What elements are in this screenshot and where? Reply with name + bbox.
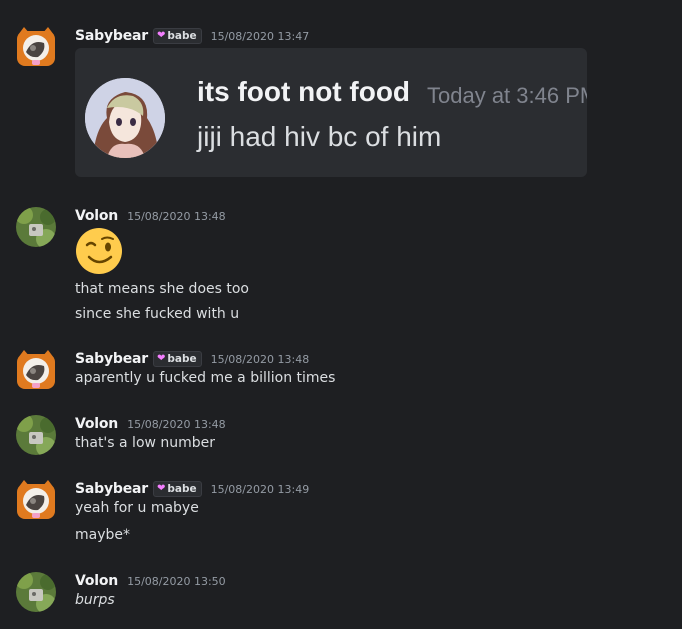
message-group: Sabybear ❤ babe 15/08/2020 13:47 its foot… [0,25,682,185]
avatar-image [17,480,55,519]
message-text: maybe* [75,527,131,543]
avatar-volon[interactable] [16,207,56,247]
message-text: since she fucked with u [75,306,240,322]
timestamp[interactable]: 15/08/2020 13:48 [127,418,226,431]
avatar-image [17,350,55,389]
embed-title: its foot not food [197,76,411,107]
username[interactable]: Sabybear [75,28,148,44]
avatar-sabybear[interactable] [16,27,56,67]
message-text: that's a low number [75,435,216,451]
timestamp[interactable]: 15/08/2020 13:47 [211,30,310,43]
role-tag[interactable]: ❤ babe [152,351,202,367]
quote-embed: its foot not food Today at 3:46 PM jiji … [75,48,587,177]
message-group: Volon 15/08/2020 13:48 that means she do… [0,205,682,330]
avatar-image [16,415,56,455]
avatar-image [16,572,56,612]
username[interactable]: Sabybear [75,481,148,497]
embed-time: Today at 3:46 PM [427,83,587,108]
message-header: Sabybear ❤ babe 15/08/2020 13:49 [75,480,309,498]
avatar-volon[interactable] [16,415,56,455]
message-text: yeah for u mabye [75,500,199,516]
message-group: Volon 15/08/2020 13:48 that's a low numb… [0,413,682,458]
message-header: Volon 15/08/2020 13:48 [75,207,226,225]
winking-face-emoji[interactable] [75,227,123,275]
message-header: Volon 15/08/2020 13:50 [75,572,226,590]
timestamp[interactable]: 15/08/2020 13:50 [127,575,226,588]
role-tag-label: babe [167,30,197,42]
role-tag[interactable]: ❤ babe [152,481,202,497]
message-group: Sabybear ❤ babe 15/08/2020 13:48 aparentl… [0,348,682,393]
username[interactable]: Volon [75,416,118,432]
heart-icon: ❤ [156,483,166,494]
role-tag[interactable]: ❤ babe [152,28,202,44]
message-header: Sabybear ❤ babe 15/08/2020 13:47 [75,27,309,45]
message-text: that means she does too [75,281,249,297]
winking-face-icon [76,228,122,274]
avatar-sabybear[interactable] [16,480,56,520]
username[interactable]: Volon [75,208,118,224]
embed-body: jiji had hiv bc of him [197,121,442,152]
role-tag-label: babe [167,353,197,365]
timestamp[interactable]: 15/08/2020 13:48 [127,210,226,223]
message-header: Volon 15/08/2020 13:48 [75,415,226,433]
message-group: Sabybear ❤ babe 15/08/2020 13:49 yeah for… [0,478,682,548]
role-tag-label: babe [167,483,197,495]
embed-avatar [85,78,165,158]
avatar-image [17,27,55,66]
message-group: Volon 15/08/2020 13:50 burps [0,570,682,615]
avatar-volon[interactable] [16,572,56,612]
message-text: aparently u fucked me a billion times [75,370,336,386]
username[interactable]: Sabybear [75,351,148,367]
timestamp[interactable]: 15/08/2020 13:48 [211,353,310,366]
avatar-image [16,207,56,247]
timestamp[interactable]: 15/08/2020 13:49 [211,483,310,496]
embed-avatar-image [85,78,165,158]
message-header: Sabybear ❤ babe 15/08/2020 13:48 [75,350,309,368]
message-text: burps [75,592,115,608]
heart-icon: ❤ [156,30,166,41]
heart-icon: ❤ [156,353,166,364]
avatar-sabybear[interactable] [16,350,56,390]
username[interactable]: Volon [75,573,118,589]
